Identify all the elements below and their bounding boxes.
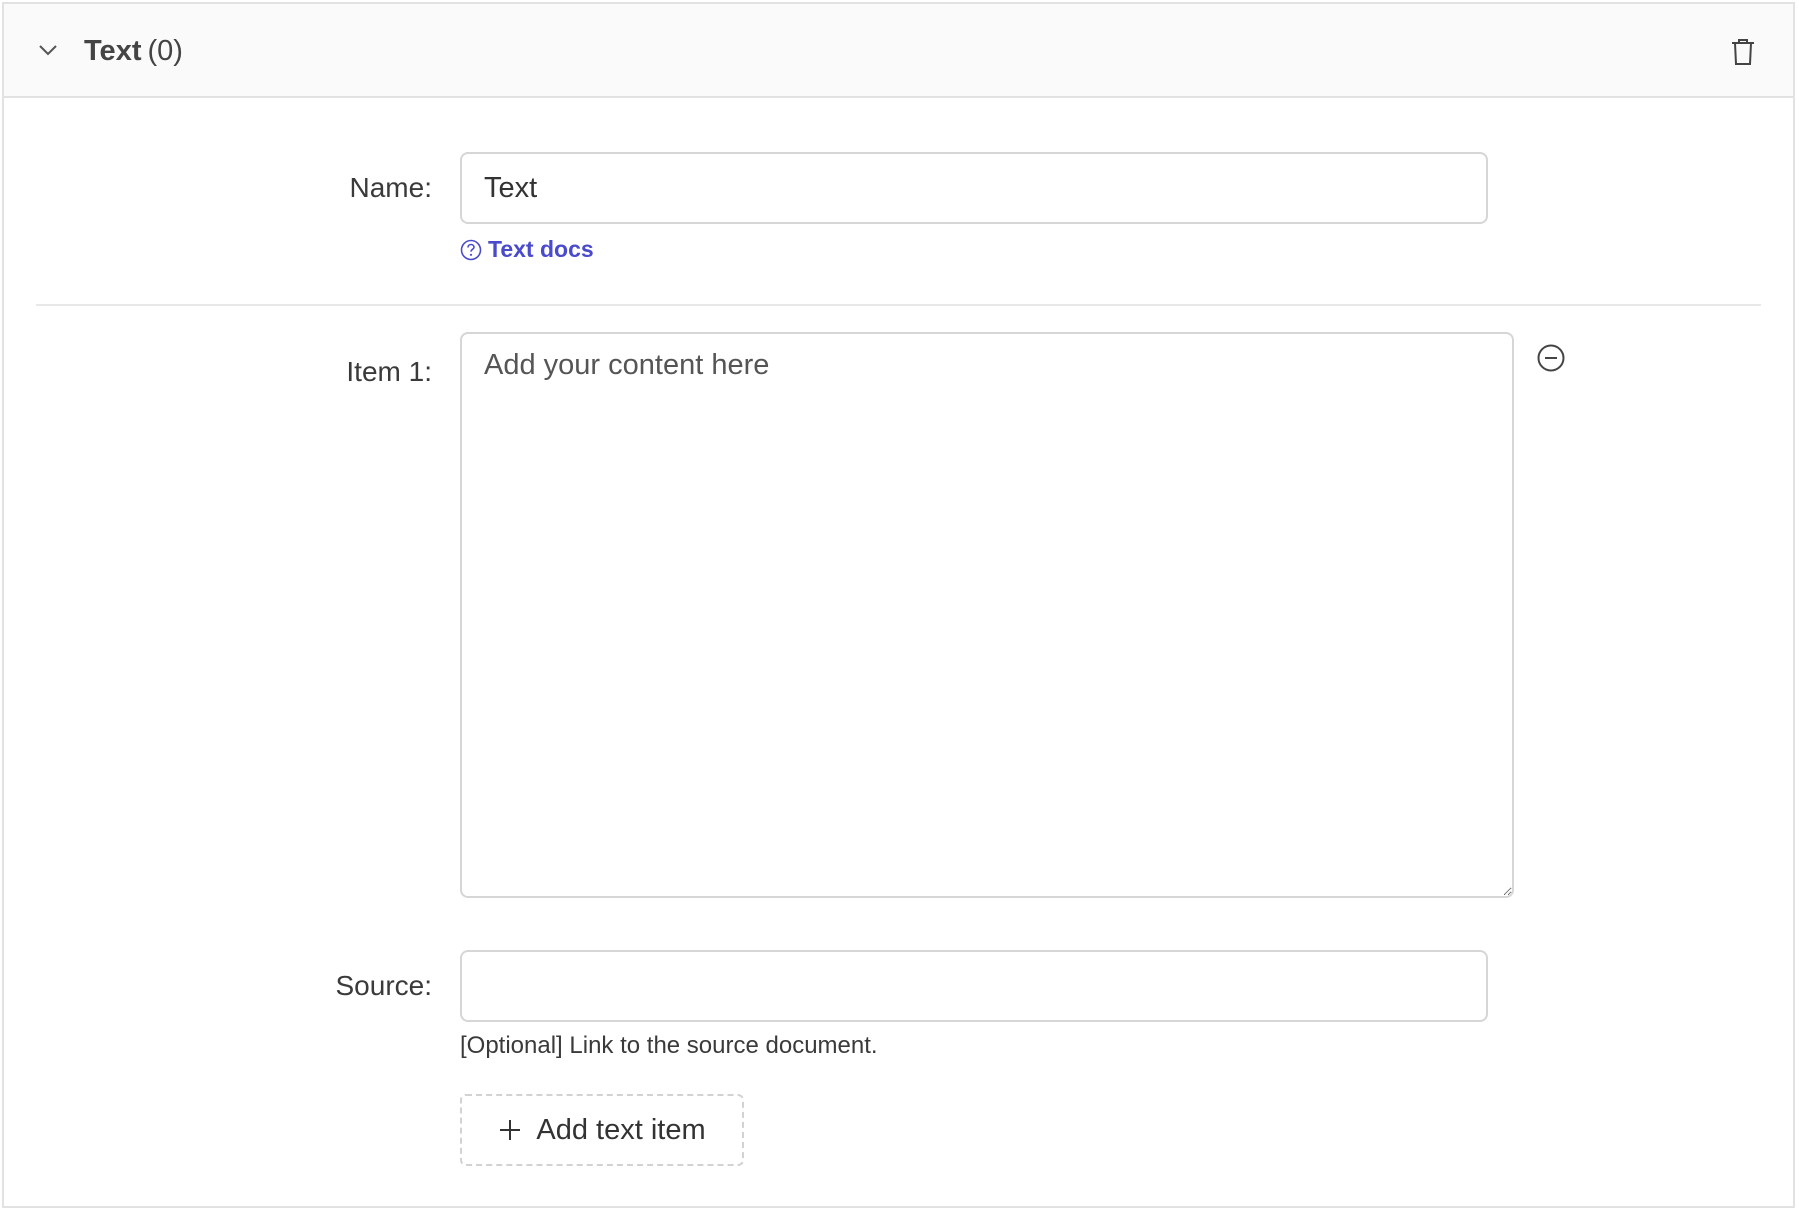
trash-icon <box>1732 39 1754 65</box>
label-colon: : <box>424 356 432 387</box>
label-colon: : <box>424 970 432 1001</box>
remove-item-1-button[interactable] <box>1534 341 1568 375</box>
chevron-down-icon <box>39 45 57 56</box>
plus-icon <box>500 1120 521 1140</box>
text-docs-label: Text docs <box>488 236 594 262</box>
delete-section-button[interactable] <box>1725 34 1761 70</box>
collapse-toggle[interactable] <box>32 34 64 66</box>
name-input[interactable] <box>460 152 1488 224</box>
item-1-label-text: Item 1 <box>346 356 425 387</box>
text-docs-link[interactable]: Text docs <box>460 236 594 263</box>
name-label: Name: <box>182 170 432 206</box>
panel-title: Text (0) <box>84 32 183 70</box>
panel-title-count: (0) <box>147 35 183 67</box>
name-label-text: Name <box>349 172 425 203</box>
item-1-textarea[interactable] <box>460 332 1514 898</box>
section-divider <box>36 304 1761 306</box>
source-label-text: Source <box>335 970 425 1001</box>
source-help-text: [Optional] Link to the source document. <box>460 1032 878 1059</box>
label-colon: : <box>424 172 432 203</box>
panel-title-name: Text <box>84 35 142 67</box>
source-label: Source: <box>182 968 433 1004</box>
panel-header[interactable]: Text (0) <box>4 4 1793 98</box>
source-input[interactable] <box>460 950 1488 1022</box>
item-1-label: Item 1: <box>182 354 432 390</box>
add-text-item-button[interactable]: Add text item <box>460 1094 744 1166</box>
question-circle-icon <box>460 239 482 260</box>
text-section-panel: Text(0) Name: Text docs Item 1: <box>2 2 1795 1208</box>
minus-circle-icon <box>1537 344 1565 372</box>
add-text-item-label: Add text item <box>536 1113 706 1146</box>
